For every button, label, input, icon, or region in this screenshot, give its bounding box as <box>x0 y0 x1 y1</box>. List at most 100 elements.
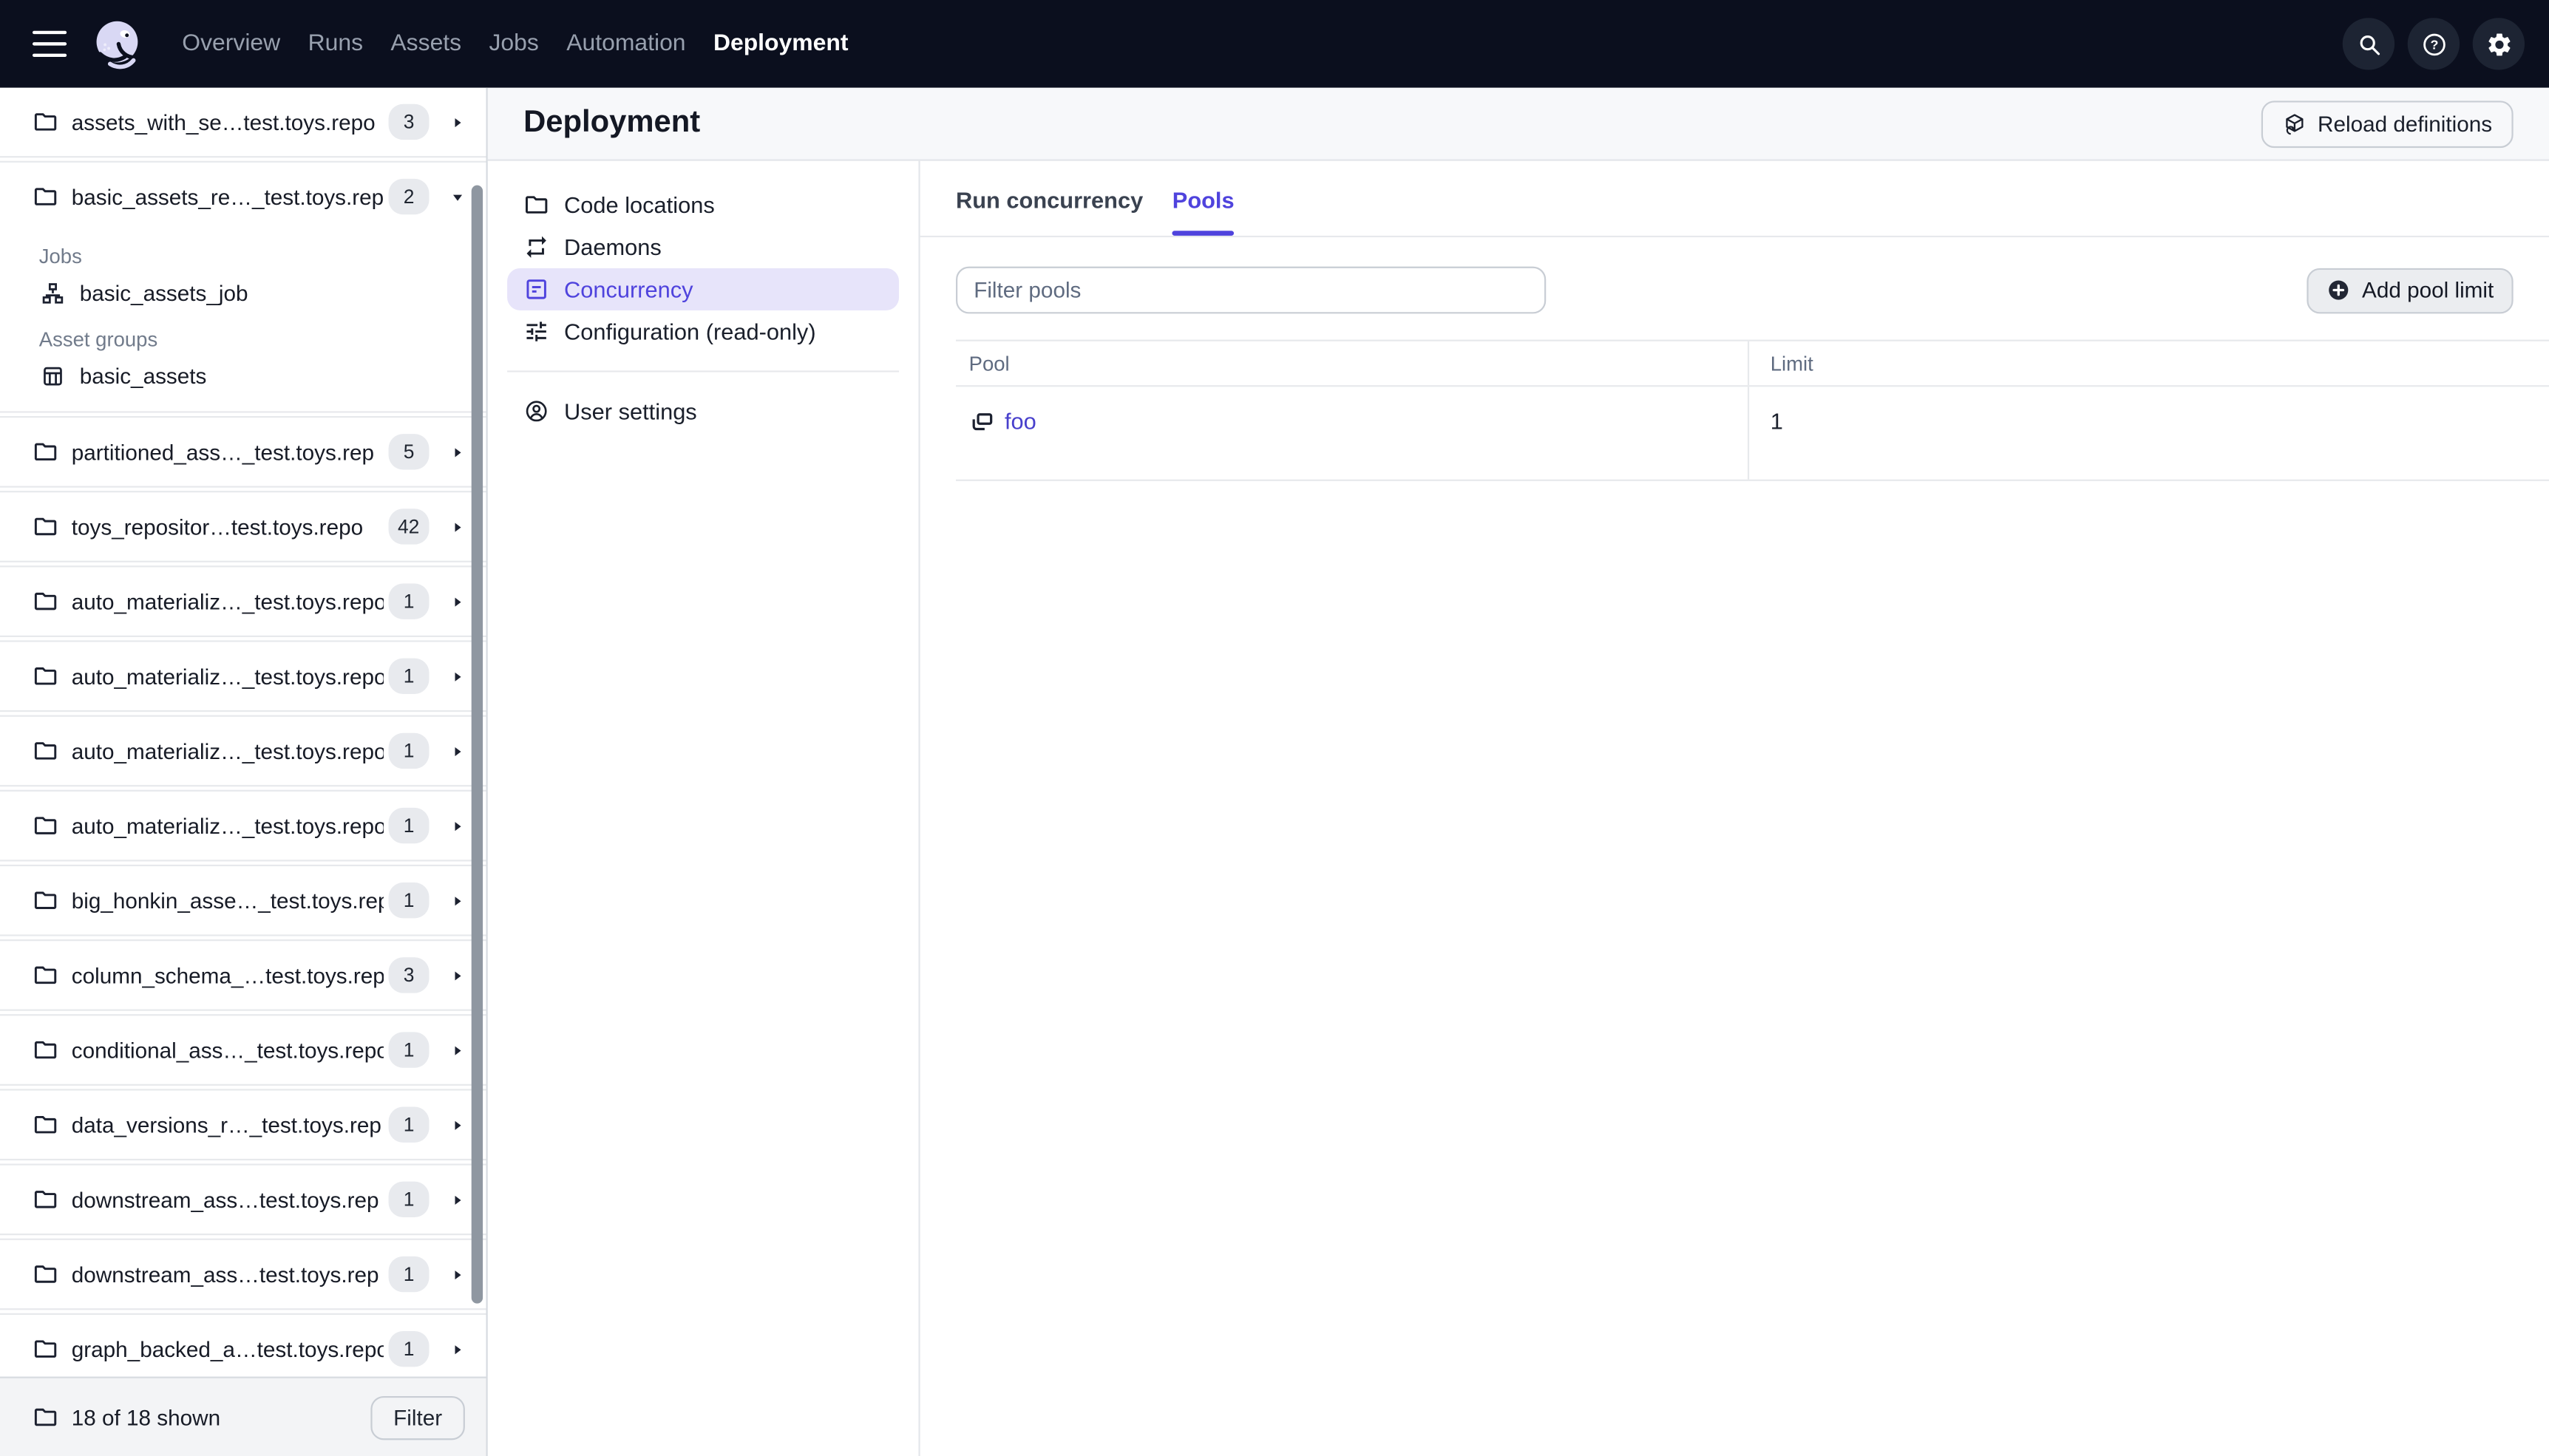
help-button[interactable]: ? <box>2407 18 2460 70</box>
caret-right-icon[interactable] <box>449 443 466 460</box>
repo-row[interactable]: assets_with_se…test.toys.repo 3 <box>0 88 486 156</box>
repo-block: auto_materializ…_test.toys.repo 1 <box>0 565 486 638</box>
settings-nav-user-settings[interactable]: User settings <box>507 390 899 432</box>
caret-right-icon[interactable] <box>449 1191 466 1208</box>
tab-pools[interactable]: Pools <box>1172 187 1235 236</box>
repo-row[interactable]: auto_materializ…_test.toys.repo 1 <box>0 567 486 635</box>
repo-section-item[interactable]: basic_assets_job <box>0 273 486 313</box>
folder-icon <box>33 439 58 465</box>
folder-icon <box>523 191 549 217</box>
repo-count-badge: 5 <box>388 434 430 470</box>
repo-count-badge: 3 <box>388 957 430 993</box>
repo-row[interactable]: downstream_ass…test.toys.rep 1 <box>0 1240 486 1308</box>
app-window: Overview Runs Assets Jobs Automation Deployme… <box>0 0 2549 1456</box>
nav-item-automation[interactable]: Automation <box>566 31 685 57</box>
config-icon <box>523 319 549 344</box>
repo-row[interactable]: big_honkin_asse…_test.toys.rep 1 <box>0 866 486 934</box>
repo-count-badge: 2 <box>388 178 430 215</box>
dagster-logo-icon[interactable] <box>89 16 146 72</box>
caret-right-icon[interactable] <box>449 1265 466 1283</box>
repo-row[interactable]: auto_materializ…_test.toys.repo 1 <box>0 792 486 860</box>
repo-label: downstream_ass…test.toys.rep <box>71 1262 379 1287</box>
folder-icon <box>33 1336 58 1362</box>
repo-block: column_schema_…test.toys.rep 3 <box>0 939 486 1011</box>
top-nav: Overview Runs Assets Jobs Automation Deployme… <box>0 0 2549 88</box>
repo-row[interactable]: partitioned_ass…_test.toys.rep 5 <box>0 418 486 486</box>
hamburger-menu-icon[interactable] <box>32 30 67 58</box>
caret-right-icon[interactable] <box>449 1340 466 1358</box>
folder-icon <box>33 1261 58 1287</box>
daemons-icon <box>523 234 549 260</box>
add-pool-limit-label: Add pool limit <box>2362 278 2494 303</box>
folder-icon <box>33 109 58 135</box>
top-nav-actions: ? <box>2342 18 2525 70</box>
filter-button[interactable]: Filter <box>370 1395 465 1440</box>
table-row: foo 1 <box>956 387 2549 481</box>
nav-item-jobs[interactable]: Jobs <box>489 31 538 57</box>
repo-sidebar: assets_with_se…test.toys.repo 3 basic_asse… <box>0 87 488 1456</box>
repo-count-badge: 1 <box>388 1330 430 1367</box>
settings-nav-label: User settings <box>564 398 697 424</box>
repo-label: auto_materializ…_test.toys.repo <box>71 813 384 838</box>
add-pool-limit-button[interactable]: Add pool limit <box>2307 267 2514 313</box>
repo-label: basic_assets_re…_test.toys.rep <box>71 184 384 209</box>
filter-pools-input[interactable] <box>956 266 1547 314</box>
repo-row[interactable]: auto_materializ…_test.toys.repo 1 <box>0 717 486 785</box>
user-icon <box>523 398 549 424</box>
repo-count-badge: 1 <box>388 1256 430 1293</box>
reload-definitions-label: Reload definitions <box>2318 111 2493 136</box>
repo-count-badge: 1 <box>388 732 430 769</box>
repo-block: auto_materializ…_test.toys.repo 1 <box>0 789 486 862</box>
gear-button[interactable] <box>2472 18 2525 70</box>
pools-table: Pool Limit foo 1 <box>956 339 2549 481</box>
repo-section-item-label: basic_assets_job <box>79 281 248 306</box>
repo-row[interactable]: conditional_ass…_test.toys.repo 1 <box>0 1016 486 1084</box>
pools-table-header: Pool Limit <box>956 341 2549 387</box>
repo-row[interactable]: column_schema_…test.toys.rep 3 <box>0 941 486 1009</box>
reload-cube-icon <box>2282 112 2307 136</box>
settings-nav-concurrency[interactable]: Concurrency <box>507 268 900 311</box>
caret-right-icon[interactable] <box>449 966 466 984</box>
caret-right-icon[interactable] <box>449 593 466 610</box>
caret-right-icon[interactable] <box>449 891 466 909</box>
folder-icon <box>33 183 58 209</box>
repo-row[interactable]: data_versions_r…_test.toys.rep 1 <box>0 1091 486 1159</box>
repo-label: auto_materializ…_test.toys.repo <box>71 664 384 689</box>
caret-right-icon[interactable] <box>449 742 466 760</box>
nav-item-runs[interactable]: Runs <box>308 31 363 57</box>
nav-item-assets[interactable]: Assets <box>390 31 461 57</box>
settings-nav-configuration-read-only[interactable]: Configuration (read-only) <box>507 310 899 353</box>
repo-row[interactable]: graph_backed_a…test.toys.repo 1 <box>0 1315 486 1377</box>
nav-item-overview[interactable]: Overview <box>182 31 280 57</box>
pool-link[interactable]: foo <box>1005 408 1036 434</box>
repo-block: auto_materializ…_test.toys.repo 1 <box>0 640 486 712</box>
repo-row[interactable]: toys_repositor…test.toys.repo 42 <box>0 492 486 560</box>
caret-right-icon[interactable] <box>449 1116 466 1134</box>
search-button[interactable] <box>2342 18 2395 70</box>
folder-icon <box>33 588 58 614</box>
repo-block: basic_assets_re…_test.toys.rep 2 Jobs basic… <box>0 160 486 413</box>
nav-item-deployment[interactable]: Deployment <box>713 31 849 57</box>
repo-section-title: Asset groups <box>38 328 158 351</box>
repo-block: partitioned_ass…_test.toys.rep 5 <box>0 415 486 488</box>
concurrency-tabs: Run concurrency Pools <box>920 161 2549 238</box>
caret-right-icon[interactable] <box>449 113 466 131</box>
repo-row[interactable]: basic_assets_re…_test.toys.rep 2 <box>0 163 486 231</box>
repo-section-item[interactable]: basic_assets <box>0 356 486 397</box>
caret-right-icon[interactable] <box>449 1041 466 1058</box>
caret-right-icon[interactable] <box>449 517 466 535</box>
reload-definitions-button[interactable]: Reload definitions <box>2261 100 2514 148</box>
repo-block: auto_materializ…_test.toys.repo 1 <box>0 715 486 787</box>
pools-toolbar: Add pool limit <box>956 266 2514 314</box>
settings-nav-code-locations[interactable]: Code locations <box>507 183 899 225</box>
sidebar-scrollbar[interactable] <box>471 185 483 1304</box>
caret-down-icon[interactable] <box>449 188 466 205</box>
repo-count-badge: 1 <box>388 882 430 919</box>
tab-run-concurrency[interactable]: Run concurrency <box>956 187 1143 236</box>
settings-nav-label: Configuration (read-only) <box>564 319 816 345</box>
settings-nav-daemons[interactable]: Daemons <box>507 226 899 268</box>
repo-row[interactable]: downstream_ass…test.toys.rep 1 <box>0 1166 486 1234</box>
repo-row[interactable]: auto_materializ…_test.toys.repo 1 <box>0 642 486 710</box>
caret-right-icon[interactable] <box>449 667 466 685</box>
caret-right-icon[interactable] <box>449 817 466 834</box>
